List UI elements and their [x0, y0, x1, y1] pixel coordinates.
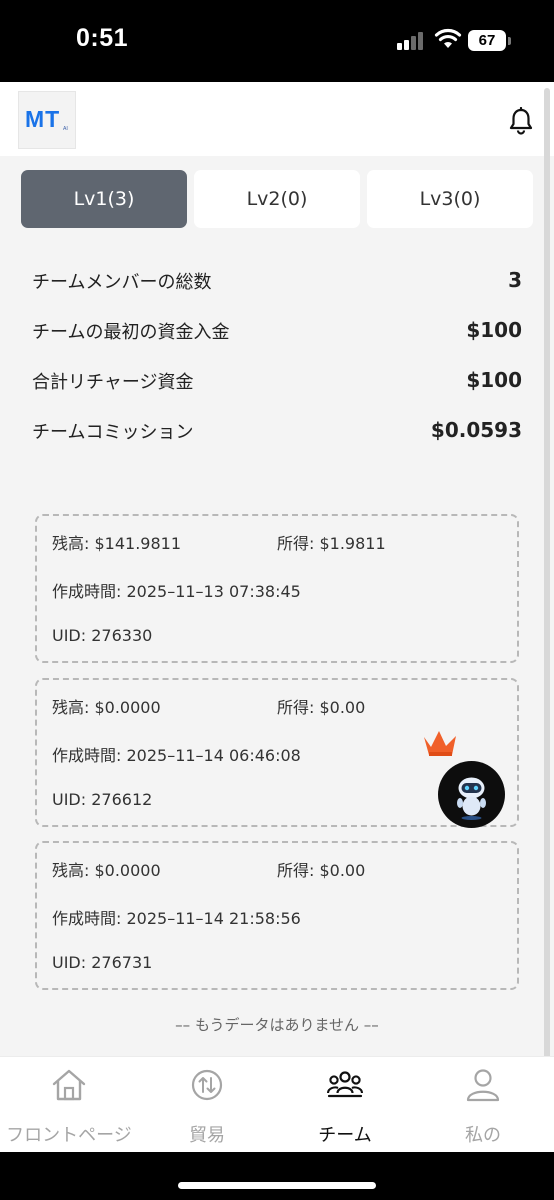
- trade-icon: [191, 1069, 223, 1101]
- member-balance: 残高: $0.0000: [52, 698, 161, 717]
- member-uid: UID: 276330: [52, 626, 153, 645]
- summary-row-commission: チームコミッション $0.0593: [32, 418, 522, 448]
- summary-row-members: チームメンバーの総数 3: [32, 268, 522, 298]
- summary-row-recharge: 合計リチャージ資金 $100: [32, 368, 522, 398]
- app-screen: MT AI Lv1(3) Lv2(0) Lv3(0) チームメンバーの総数 3 …: [0, 82, 554, 1152]
- nav-label: チーム: [318, 1125, 372, 1146]
- nav-item-home[interactable]: フロントページ: [0, 1057, 138, 1152]
- home-icon: [52, 1069, 86, 1101]
- summary-value: 3: [508, 268, 522, 292]
- nav-item-profile[interactable]: 私の: [414, 1057, 552, 1152]
- member-uid: UID: 276612: [52, 790, 153, 809]
- logo-sub: AI: [63, 126, 68, 132]
- profile-icon: [466, 1069, 500, 1102]
- status-bar: 0:51 67: [0, 0, 554, 82]
- member-card: 残高: $141.9811 所得: $1.9811 作成時間: 2025–11–…: [35, 514, 519, 663]
- level-tabs: Lv1(3) Lv2(0) Lv3(0): [21, 170, 533, 228]
- member-card: 残高: $0.0000 所得: $0.00 作成時間: 2025–11–14 2…: [35, 841, 519, 990]
- nav-item-trade[interactable]: 貿易: [138, 1057, 276, 1152]
- member-income: 所得: $0.00: [277, 861, 366, 880]
- nav-item-team[interactable]: チーム: [276, 1057, 414, 1152]
- no-more-data: –– もうデータはありません ––: [175, 1016, 379, 1034]
- summary-label: 合計リチャージ資金: [32, 372, 194, 393]
- logo-text: MT: [25, 106, 61, 132]
- battery-cap: [508, 37, 511, 45]
- summary-value: $100: [466, 318, 522, 342]
- status-time: 0:51: [76, 24, 129, 52]
- team-icon: [326, 1071, 364, 1098]
- member-balance: 残高: $0.0000: [52, 861, 161, 880]
- member-income: 所得: $1.9811: [277, 534, 386, 553]
- wifi-icon: [434, 28, 462, 48]
- bell-icon[interactable]: [508, 107, 534, 135]
- cellular-signal-icon: [397, 32, 427, 50]
- robot-icon: [457, 777, 486, 820]
- member-created: 作成時間: 2025–11–14 06:46:08: [52, 746, 301, 765]
- nav-label: フロントページ: [6, 1125, 132, 1146]
- nav-label: 貿易: [189, 1125, 225, 1146]
- summary-row-first-deposit: チームの最初の資金入金 $100: [32, 318, 522, 348]
- summary-value: $100: [466, 368, 522, 392]
- battery-level: 67: [478, 32, 496, 49]
- app-header: MT AI: [0, 82, 554, 156]
- home-indicator-area: [0, 1152, 554, 1200]
- nav-label: 私の: [465, 1125, 501, 1146]
- summary-label: チームの最初の資金入金: [32, 322, 230, 343]
- summary-label: チームメンバーの総数: [32, 272, 212, 293]
- tab-lv3[interactable]: Lv3(0): [367, 170, 533, 228]
- crown-icon: [424, 731, 456, 756]
- bottom-nav: フロントページ 貿易 チーム 私の: [0, 1056, 554, 1152]
- member-created: 作成時間: 2025–11–14 21:58:56: [52, 909, 301, 928]
- battery-icon: 67: [468, 30, 506, 51]
- member-uid: UID: 276731: [52, 953, 153, 972]
- summary-value: $0.0593: [430, 418, 522, 442]
- member-income: 所得: $0.00: [277, 698, 366, 717]
- tab-lv2[interactable]: Lv2(0): [194, 170, 360, 228]
- member-created: 作成時間: 2025–11–13 07:38:45: [52, 582, 301, 601]
- member-balance: 残高: $141.9811: [52, 534, 182, 553]
- assistant-bot-button[interactable]: [438, 761, 505, 828]
- app-logo[interactable]: MT AI: [18, 91, 76, 149]
- tab-lv1[interactable]: Lv1(3): [21, 170, 187, 228]
- home-indicator[interactable]: [178, 1182, 376, 1189]
- scrollbar[interactable]: [544, 88, 550, 1138]
- summary-label: チームコミッション: [32, 422, 194, 443]
